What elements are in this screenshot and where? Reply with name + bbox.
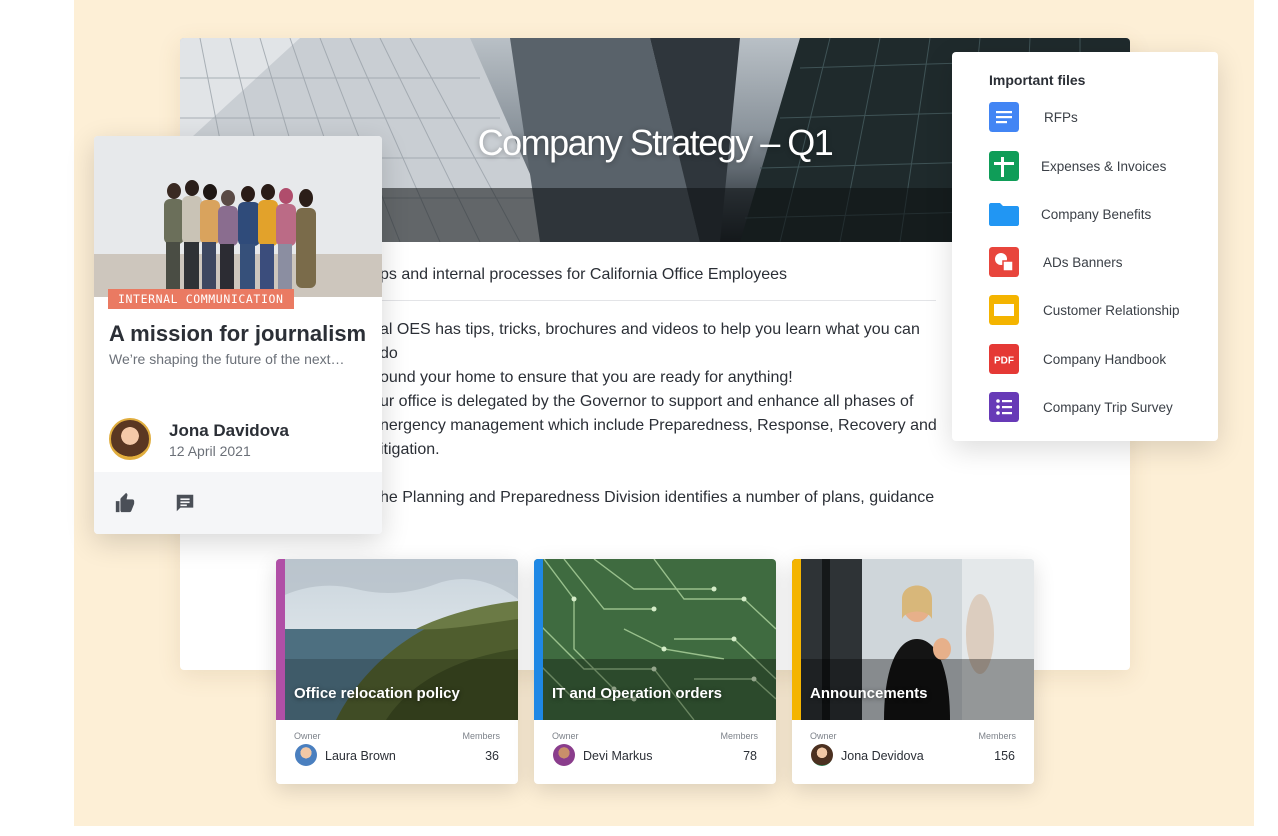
publish-date: 12 April 2021 <box>169 443 251 459</box>
channel-title[interactable]: Announcements <box>810 685 928 702</box>
channel-accent <box>276 559 285 720</box>
article-subtitle: ps and internal processes for California… <box>380 266 788 283</box>
owner-caption: Owner <box>294 731 321 741</box>
paragraph-line: itigation. <box>380 441 440 458</box>
members-count: 156 <box>994 749 1015 763</box>
divider <box>380 300 936 301</box>
members-caption: Members <box>720 731 758 741</box>
pdf-badge: PDF <box>994 356 1014 367</box>
avatar[interactable] <box>295 744 317 766</box>
channel-title[interactable]: Office relocation policy <box>294 685 460 702</box>
file-item[interactable]: Company Benefits <box>952 198 1218 232</box>
author-name[interactable]: Jona Davidova <box>169 421 289 441</box>
avatar[interactable] <box>553 744 575 766</box>
article-paragraph: ur office is delegated by the Governor t… <box>380 390 940 462</box>
file-item[interactable]: Customer Relationship <box>952 294 1218 328</box>
google-forms-icon <box>989 392 1019 422</box>
paragraph-line: al OES has tips, tricks, brochures and v… <box>380 321 920 362</box>
file-item[interactable]: ADs Banners <box>952 246 1218 280</box>
owner-caption: Owner <box>552 731 579 741</box>
paragraph-line: ur office is delegated by the Governor t… <box>380 393 914 410</box>
paragraph-line: ound your home to ensure that you are re… <box>380 369 793 386</box>
news-photo <box>94 136 382 297</box>
news-card-footer <box>94 472 382 534</box>
news-excerpt: We’re shaping the future of the next… <box>109 351 345 367</box>
owner-name[interactable]: Laura Brown <box>325 749 396 763</box>
google-docs-icon <box>989 102 1019 132</box>
file-item[interactable]: PDF Company Handbook <box>952 343 1218 377</box>
news-title[interactable]: A mission for journalism <box>109 321 366 347</box>
panel-title: Important files <box>989 72 1086 88</box>
channel-card-office-relocation[interactable]: Office relocation policy Owner Members L… <box>276 559 518 784</box>
owner-name[interactable]: Devi Markus <box>583 749 652 763</box>
channel-card-announcements[interactable]: Announcements Owner Members Jona Devidov… <box>792 559 1034 784</box>
members-caption: Members <box>462 731 500 741</box>
file-label[interactable]: Company Benefits <box>1041 207 1151 222</box>
google-sheets-icon <box>989 151 1019 181</box>
thumbs-up-icon[interactable] <box>114 492 136 514</box>
members-count: 36 <box>485 749 499 763</box>
file-label[interactable]: Customer Relationship <box>1043 303 1180 318</box>
members-caption: Members <box>978 731 1016 741</box>
paragraph-line: he Planning and Preparedness Division id… <box>380 489 935 506</box>
paragraph-line: nergency management which include Prepar… <box>380 417 937 434</box>
avatar[interactable] <box>109 418 151 460</box>
category-tag[interactable]: INTERNAL COMMUNICATION <box>108 289 294 309</box>
important-files-panel: Important files RFPs Expenses & Invoices… <box>952 52 1218 441</box>
channel-accent <box>792 559 801 720</box>
news-card[interactable]: INTERNAL COMMUNICATION A mission for jou… <box>94 136 382 534</box>
file-item[interactable]: RFPs <box>952 101 1218 135</box>
google-drawings-icon <box>989 247 1019 277</box>
file-label[interactable]: ADs Banners <box>1043 255 1123 270</box>
article-paragraph: al OES has tips, tricks, brochures and v… <box>380 318 940 390</box>
article-paragraph: he Planning and Preparedness Division id… <box>380 486 940 510</box>
folder-icon <box>989 203 1019 226</box>
file-item[interactable]: Company Trip Survey <box>952 391 1218 425</box>
pdf-icon: PDF <box>989 344 1019 374</box>
channel-card-it-operation[interactable]: IT and Operation orders Owner Members De… <box>534 559 776 784</box>
file-label[interactable]: RFPs <box>1044 110 1078 125</box>
owner-caption: Owner <box>810 731 837 741</box>
file-label[interactable]: Expenses & Invoices <box>1041 159 1166 174</box>
file-label[interactable]: Company Trip Survey <box>1043 400 1173 415</box>
file-item[interactable]: Expenses & Invoices <box>952 150 1218 184</box>
file-label[interactable]: Company Handbook <box>1043 352 1166 367</box>
comment-icon[interactable] <box>174 492 196 514</box>
avatar[interactable] <box>811 744 833 766</box>
google-slides-icon <box>989 295 1019 325</box>
owner-name[interactable]: Jona Devidova <box>841 749 924 763</box>
channel-accent <box>534 559 543 720</box>
channel-title[interactable]: IT and Operation orders <box>552 685 722 702</box>
members-count: 78 <box>743 749 757 763</box>
